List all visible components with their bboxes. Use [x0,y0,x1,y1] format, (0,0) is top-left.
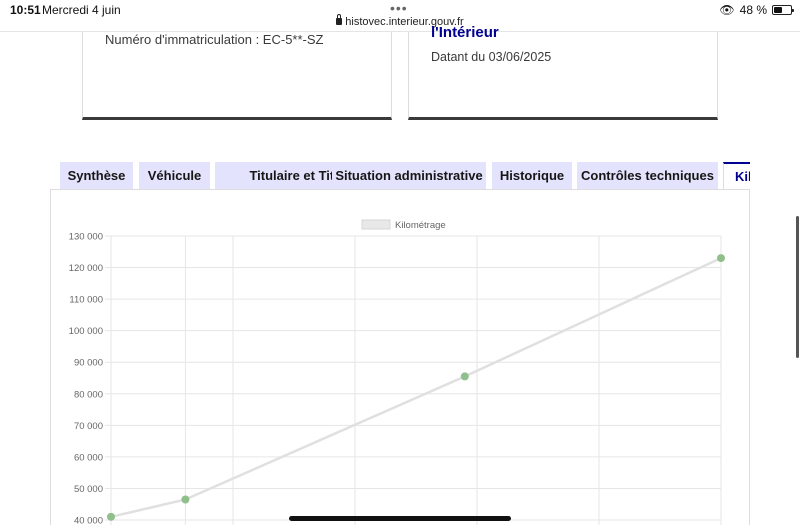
tab-historique[interactable]: Historique [492,162,572,189]
y-tick-label: 40 000 [74,516,103,525]
data-point [181,495,190,504]
y-tick-label: 80 000 [74,389,103,400]
legend-swatch [361,219,391,230]
y-tick-label: 120 000 [69,263,103,274]
lock-icon [336,14,343,25]
y-tick-label: 130 000 [69,232,103,243]
report-source-card: l'Intérieur Datant du 03/06/2025 [408,24,718,120]
tab-bar: Synthèse Véhicule Titulaire et Titre Sit… [60,162,750,189]
url-bar[interactable]: histovec.interieur.gouv.fr [0,14,800,30]
mileage-panel: 130 000 120 000 110 000 100 000 90 000 80 000… [50,189,750,525]
eye-icon: 👁 [719,3,735,17]
battery-status: 👁 48 % [719,3,794,17]
status-time: 10:51 [10,3,41,17]
more-dots-icon[interactable]: ••• [390,0,408,16]
ministry-name: l'Intérieur [431,24,499,41]
tab-kilometrage[interactable]: Kilométrage [723,162,750,189]
data-point [460,372,469,381]
y-tick-label: 100 000 [69,326,103,337]
data-point [107,512,115,521]
y-tick-label: 90 000 [74,358,103,369]
y-tick-label: 110 000 [69,295,103,306]
scrollbar[interactable] [796,216,799,358]
registration-number: Numéro d'immatriculation : EC-5**-SZ [105,32,324,47]
report-date: Datant du 03/06/2025 [431,50,552,64]
registration-card: Numéro d'immatriculation : EC-5**-SZ [82,32,392,120]
y-tick-label: 50 000 [74,484,103,495]
tab-situation-administrative[interactable]: Situation administrative [332,162,486,189]
tab-vehicule[interactable]: Véhicule [139,162,210,189]
home-indicator[interactable] [289,516,511,521]
y-tick-label: 60 000 [74,452,103,463]
mileage-chart: 130 000 120 000 110 000 100 000 90 000 80 000… [69,219,725,525]
battery-percent: 48 % [739,3,767,17]
status-date: Mercredi 4 juin [42,3,121,17]
legend-label: Kilométrage [395,220,446,231]
data-point [717,254,725,263]
series-line-kilometrage [110,256,722,519]
y-tick-label: 70 000 [74,421,103,432]
battery-icon [772,5,794,15]
tab-synthese[interactable]: Synthèse [60,162,133,189]
tab-controles-techniques[interactable]: Contrôles techniques [577,162,718,189]
